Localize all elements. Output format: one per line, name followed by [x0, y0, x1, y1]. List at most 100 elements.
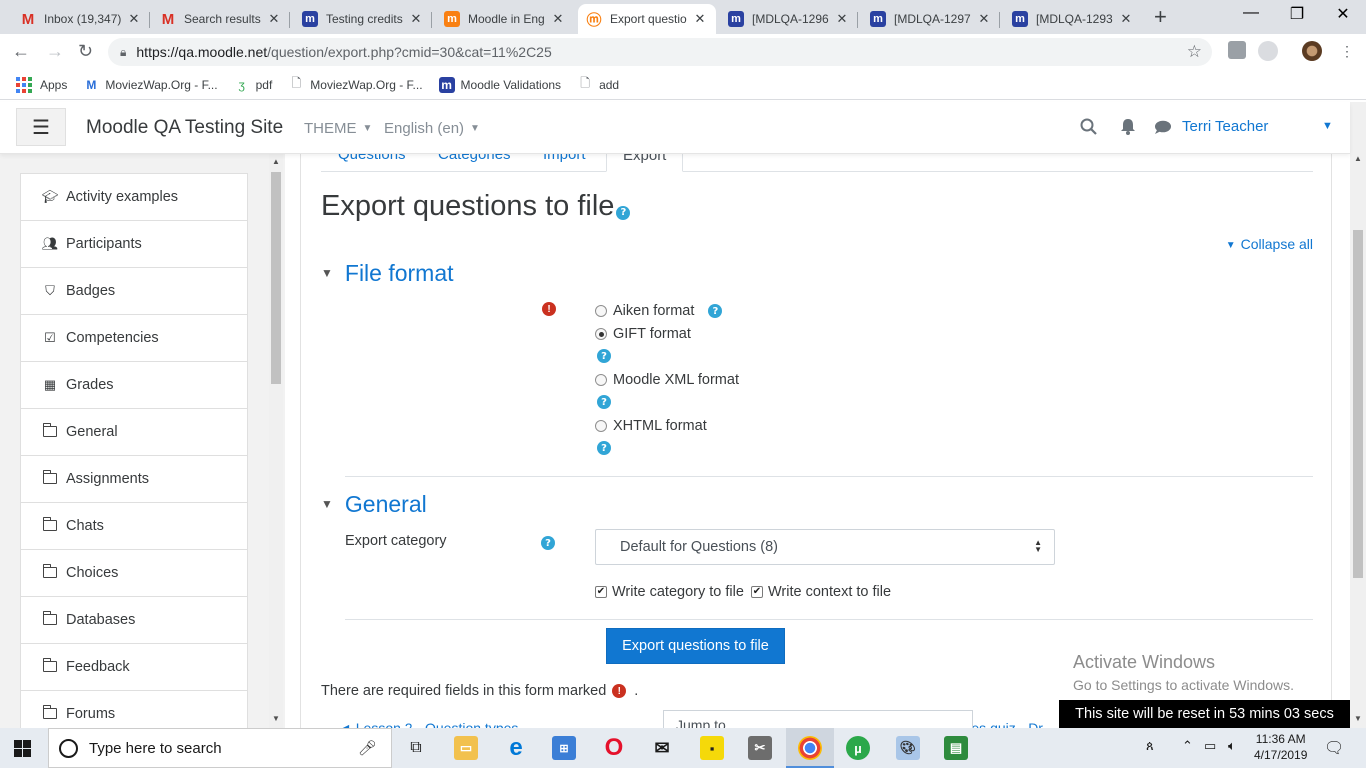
drawer-scrollbar[interactable]: ▲ ▼: [269, 154, 283, 728]
bookmark-item[interactable]: 🗋︎ add: [577, 76, 619, 93]
store-icon[interactable]: ⊞: [552, 736, 576, 760]
bookmark-item[interactable]: 🗋︎ MoviezWap.Org - F...: [288, 76, 422, 93]
page-scrollbar[interactable]: ▲ ▼: [1350, 102, 1366, 728]
browser-tab[interactable]: m Moodle in Eng ✕: [436, 4, 574, 34]
scroll-down-arrow[interactable]: ▼: [269, 714, 283, 723]
user-menu[interactable]: Terri Teacher: [1182, 118, 1268, 135]
drawer-item-general[interactable]: General: [21, 409, 247, 456]
spreadsheet-icon[interactable]: ▤: [944, 736, 968, 760]
notification-icon[interactable]: 🗨︎: [1324, 738, 1344, 758]
scroll-up-arrow[interactable]: ▲: [1350, 154, 1366, 163]
chrome-menu-icon[interactable]: ⋮: [1340, 44, 1354, 58]
checkbox-checked[interactable]: ✔: [751, 586, 763, 598]
radio-gift[interactable]: GIFT format: [595, 326, 691, 342]
browser-tab[interactable]: m Testing credits ✕: [294, 4, 432, 34]
file-explorer-icon[interactable]: ▭: [454, 736, 478, 760]
show-hidden-icons[interactable]: ⌃: [1182, 738, 1193, 754]
tab-categories[interactable]: Categories: [438, 154, 511, 172]
tab-questions[interactable]: Questions: [338, 154, 406, 172]
browser-tab[interactable]: M Inbox (19,347) ✕: [12, 4, 150, 34]
drawer-item-assignments[interactable]: Assignments: [21, 456, 247, 503]
taskbar-search-box[interactable]: Type here to search 🎤︎: [48, 728, 392, 768]
close-tab-icon[interactable]: ✕: [976, 11, 992, 27]
profile-avatar[interactable]: [1302, 41, 1322, 61]
caret-down-icon[interactable]: ▼: [1322, 120, 1333, 132]
theme-dropdown[interactable]: THEME ▼: [304, 120, 372, 137]
drawer-item-badges[interactable]: ⛉ Badges: [21, 268, 247, 315]
tab-import[interactable]: Import: [543, 154, 586, 172]
prev-activity-link[interactable]: ◄ Lesson 2 - Question types: [338, 720, 518, 728]
windows-start-icon[interactable]: [14, 740, 31, 757]
browser-tab[interactable]: m [MDLQA-1296 ✕: [720, 4, 858, 34]
extension-icon[interactable]: [1228, 41, 1246, 59]
drawer-item-grades[interactable]: ▦ Grades: [21, 362, 247, 409]
browser-tab[interactable]: m [MDLQA-1297 ✕: [862, 4, 1000, 34]
drawer-item-participants[interactable]: 👥︎ Participants: [21, 221, 247, 268]
paint-icon[interactable]: 🎨︎: [896, 736, 920, 760]
extension-icon[interactable]: [1258, 41, 1278, 61]
taskbar-clock[interactable]: 11:36 AM 4/17/2019: [1254, 731, 1307, 763]
help-icon[interactable]: ?: [541, 536, 555, 550]
window-close-icon[interactable]: ✕: [1320, 4, 1366, 24]
bookmark-item[interactable]: m Moodle Validations: [438, 76, 561, 93]
utorrent-icon[interactable]: µ: [846, 736, 870, 760]
battery-icon[interactable]: ▭: [1204, 738, 1216, 754]
drawer-item-databases[interactable]: Databases: [21, 597, 247, 644]
drawer-item-activity-examples[interactable]: 🎓︎ Activity examples: [21, 174, 247, 221]
opera-icon[interactable]: O: [602, 734, 626, 761]
close-tab-icon[interactable]: ✕: [126, 11, 142, 27]
export-questions-button[interactable]: Export questions to file: [606, 628, 785, 664]
snipping-tool-icon[interactable]: ✂: [748, 736, 772, 760]
checkbox-checked[interactable]: ✔: [595, 586, 607, 598]
volume-icon[interactable]: 🔈︎: [1228, 738, 1236, 754]
browser-tab-active[interactable]: ⓜ Export questio ✕: [578, 4, 716, 34]
help-icon[interactable]: ?: [597, 395, 611, 409]
help-icon[interactable]: ?: [597, 441, 611, 455]
drawer-item-choices[interactable]: Choices: [21, 550, 247, 597]
radio-button[interactable]: [595, 374, 607, 386]
hamburger-menu-button[interactable]: ☰: [16, 108, 66, 146]
export-category-select[interactable]: Default for Questions (8) ▲ ▼: [595, 529, 1055, 565]
maximize-icon[interactable]: ❐: [1274, 4, 1320, 24]
section-file-format[interactable]: ▼ File format: [321, 260, 454, 287]
radio-button[interactable]: [595, 420, 607, 432]
scroll-up-arrow[interactable]: ▲: [269, 157, 283, 166]
bookmark-apps[interactable]: Apps: [16, 76, 67, 93]
mail-icon[interactable]: ✉: [650, 736, 674, 760]
write-context-checkbox[interactable]: ✔ Write context to file: [751, 584, 891, 600]
close-tab-icon[interactable]: ✕: [266, 11, 282, 27]
chrome-icon[interactable]: [798, 736, 822, 760]
drawer-item-forums[interactable]: Forums: [21, 691, 247, 728]
help-icon[interactable]: ?: [597, 349, 611, 363]
page-scroll-thumb[interactable]: [1353, 230, 1363, 578]
edge-icon[interactable]: e: [504, 734, 528, 761]
help-icon[interactable]: ?: [616, 205, 631, 220]
browser-tab[interactable]: M Search results ✕: [152, 4, 290, 34]
sticky-notes-icon[interactable]: ▪: [700, 736, 724, 760]
tab-export[interactable]: Export: [606, 154, 684, 172]
bell-icon[interactable]: [1120, 118, 1136, 140]
people-icon[interactable]: ጰ: [1146, 738, 1154, 754]
close-tab-icon[interactable]: ✕: [834, 11, 850, 27]
close-tab-icon[interactable]: ✕: [1118, 11, 1134, 27]
task-view-icon[interactable]: ⧉: [404, 736, 428, 760]
bookmark-item[interactable]: ʒ pdf: [234, 77, 272, 93]
bookmark-star-icon[interactable]: ☆: [1187, 42, 1202, 62]
address-bar[interactable]: 🔒︎ https://qa.moodle.net/question/export…: [108, 38, 1212, 66]
chat-bubble-icon[interactable]: [1154, 120, 1172, 140]
write-category-checkbox[interactable]: ✔ Write category to file: [595, 584, 744, 600]
close-tab-icon[interactable]: ✕: [692, 11, 708, 27]
jump-to-select[interactable]: Jump to...: [663, 710, 973, 728]
close-tab-icon[interactable]: ✕: [550, 11, 566, 27]
back-icon[interactable]: ←: [12, 41, 30, 62]
site-name[interactable]: Moodle QA Testing Site: [86, 117, 283, 139]
radio-aiken[interactable]: Aiken format ?: [595, 303, 723, 319]
new-tab-button[interactable]: +: [1154, 4, 1167, 30]
collapse-all-link[interactable]: ▼ Collapse all: [1226, 236, 1313, 252]
reload-icon[interactable]: ↻: [78, 41, 93, 62]
scroll-down-arrow[interactable]: ▼: [1350, 714, 1366, 723]
drawer-item-competencies[interactable]: ☑ Competencies: [21, 315, 247, 362]
minimize-icon[interactable]: —: [1228, 4, 1274, 22]
microphone-icon[interactable]: 🎤︎: [358, 739, 377, 757]
radio-button-checked[interactable]: [595, 328, 607, 340]
